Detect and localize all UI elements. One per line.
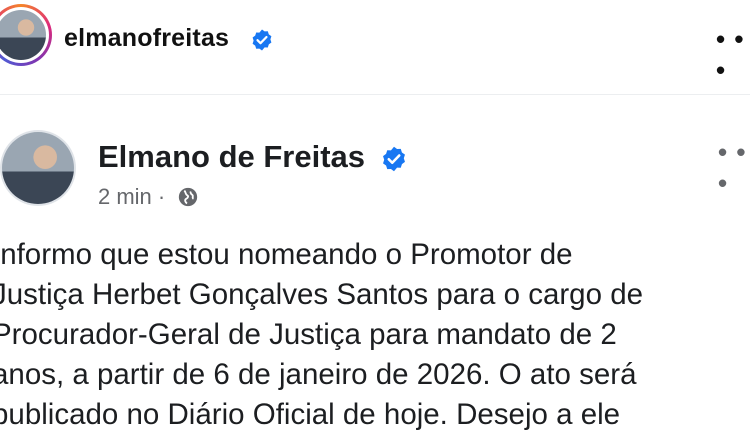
more-options-button[interactable]: • • • xyxy=(716,24,750,86)
globe-icon xyxy=(179,188,198,207)
avatar[interactable] xyxy=(0,10,46,60)
author-name[interactable]: Elmano de Freitas xyxy=(98,139,365,175)
story-ring[interactable] xyxy=(0,4,52,66)
post-more-options-button[interactable]: • • • xyxy=(718,137,750,199)
author-avatar[interactable] xyxy=(2,132,74,204)
instagram-post-header: elmanofreitas • • • xyxy=(0,0,750,86)
author-avatar-frame xyxy=(0,130,76,206)
post-time[interactable]: 2 min xyxy=(98,184,152,209)
avatar-frame xyxy=(0,7,49,63)
verified-badge-icon xyxy=(383,146,405,172)
post-meta: 2 min · xyxy=(98,183,199,210)
meta-separator: · xyxy=(157,184,166,210)
shared-post-card: Elmano de Freitas 2 min · • • • Informo … xyxy=(0,94,750,431)
username[interactable]: elmanofreitas xyxy=(64,24,229,53)
verified-badge-icon xyxy=(252,29,272,51)
post-text: Informo que estou nomeando o Promotor de… xyxy=(0,238,644,431)
